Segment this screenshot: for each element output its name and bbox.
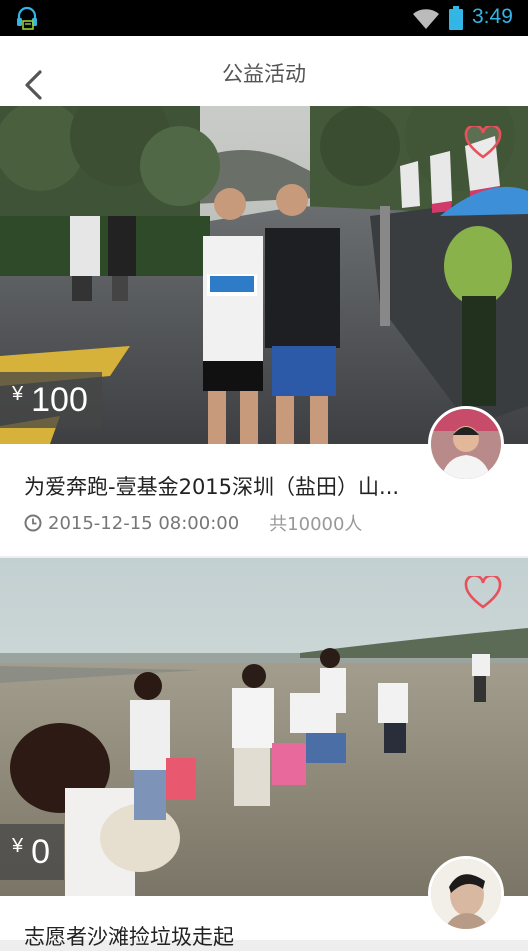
activity-title[interactable]: 志愿者沙滩捡垃圾走起 <box>24 921 234 951</box>
organizer-avatar[interactable] <box>428 406 504 482</box>
currency-symbol: ¥ <box>12 834 24 857</box>
favorite-heart-icon[interactable] <box>464 576 502 610</box>
beach-cleanup-photo-image <box>0 558 528 896</box>
activity-date: 2015-12-15 08:00:00 <box>48 512 240 534</box>
wifi-icon <box>413 9 439 29</box>
organizer-avatar[interactable] <box>428 856 504 932</box>
status-bar: 3:49 <box>0 0 528 36</box>
activity-photo[interactable] <box>0 558 528 896</box>
page-title: 公益活动 <box>222 62 306 86</box>
currency-symbol: ¥ <box>12 382 24 405</box>
activity-card[interactable]: ¥ 100 为爱奔跑-壹基金2015深圳（盐田）山... 2015-12-15 … <box>0 106 528 556</box>
activity-card[interactable]: ¥ 0 志愿者沙滩捡垃圾走起 <box>0 558 528 949</box>
app-header: 公益活动 <box>0 36 528 106</box>
activity-title[interactable]: 为爱奔跑-壹基金2015深圳（盐田）山... <box>24 471 399 501</box>
battery-icon <box>449 6 463 30</box>
favorite-heart-icon[interactable] <box>464 126 502 160</box>
participant-count: 共10000人 <box>269 514 363 535</box>
price-amount: 100 <box>31 380 88 419</box>
activity-meta: 2015-12-15 08:00:00 共10000人 <box>24 510 362 536</box>
price-tag: ¥ 0 <box>0 824 65 880</box>
status-time: 3:49 <box>472 5 513 28</box>
price-tag: ¥ 100 <box>0 372 102 428</box>
clock-icon <box>24 514 42 532</box>
price-amount: 0 <box>31 832 51 871</box>
headset-notification-icon <box>17 6 37 30</box>
